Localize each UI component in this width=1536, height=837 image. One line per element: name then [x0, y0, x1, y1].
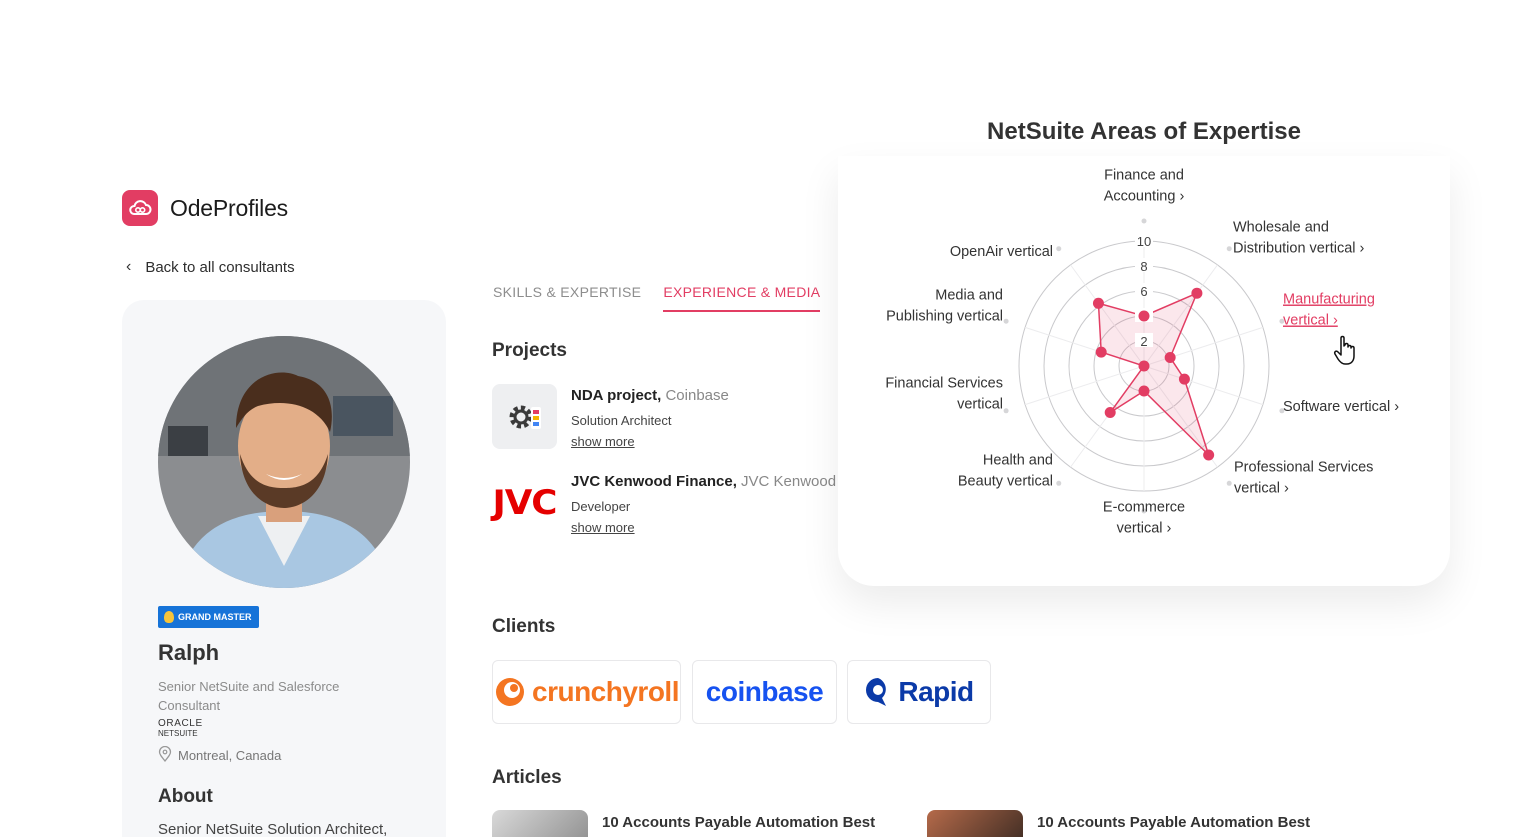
cloud-icon	[122, 190, 158, 226]
netsuite-logo-text: NETSUITE	[158, 729, 198, 738]
radar-axis-marker	[1056, 246, 1062, 252]
project-title: JVC Kenwood Finance, JVC Kenwood	[571, 473, 837, 490]
client-rapid[interactable]: Rapid	[847, 660, 991, 724]
profile-title: Senior NetSuite and Salesforce Consultan…	[158, 679, 340, 713]
radar-category-label[interactable]: Professional Services vertical ›	[1234, 460, 1373, 497]
client-name: Rapid	[898, 676, 974, 707]
expertise-chart-panel: 246810Finance andAccounting ›Wholesale a…	[838, 156, 1450, 586]
client-coinbase[interactable]: coinbase	[692, 660, 837, 724]
expertise-radar-chart: 246810Finance andAccounting ›Wholesale a…	[885, 168, 1399, 537]
article-title: 10 Accounts Payable Automation Best	[1037, 814, 1311, 831]
client-name: coinbase	[705, 676, 824, 707]
radar-data-point	[1095, 346, 1107, 358]
radar-axis-marker	[1226, 246, 1232, 252]
chevron-left-icon: ‹	[126, 258, 132, 275]
crunchyroll-logo-icon	[496, 678, 524, 706]
show-more-link[interactable]: show more	[571, 434, 635, 449]
radar-tick-label: 2	[1140, 334, 1147, 349]
article-card[interactable]: 10 Accounts Payable Automation Best	[492, 810, 875, 837]
gear-icon	[509, 405, 541, 429]
project-title: NDA project, Coinbase	[571, 387, 729, 404]
jvc-logo: JVC	[492, 482, 558, 523]
clients-heading: Clients	[492, 616, 556, 637]
tab-skills-expertise[interactable]: SKILLS & EXPERTISE	[493, 284, 641, 312]
radar-data-point	[1104, 407, 1116, 419]
profile-tabs: SKILLS & EXPERTISE EXPERIENCE & MEDIA	[493, 284, 821, 312]
profile-name: Ralph	[158, 640, 220, 665]
oracle-logo-text: ORACLE	[158, 718, 203, 729]
about-heading: About	[158, 786, 213, 807]
location: Montreal, Canada	[158, 745, 282, 765]
brand-logo[interactable]: OdeProfiles	[122, 190, 288, 226]
location-text: Montreal, Canada	[178, 748, 282, 763]
radar-axis-marker	[1003, 408, 1009, 414]
article-thumbnail	[927, 810, 1023, 837]
avatar	[158, 336, 410, 588]
radar-axis-marker	[1003, 318, 1009, 324]
badge-label: GRAND MASTER	[178, 612, 252, 622]
radar-axis-marker	[1226, 480, 1232, 486]
radar-data-point	[1191, 287, 1203, 299]
rapid-logo-icon	[866, 678, 887, 706]
radar-category-label[interactable]: Software vertical ›	[1283, 399, 1399, 415]
project-thumbnail	[492, 384, 557, 449]
radar-category-label[interactable]: Financial Services vertical	[885, 376, 1003, 413]
radar-data-point	[1203, 449, 1215, 461]
radar-data-point	[1164, 352, 1176, 364]
articles-heading: Articles	[492, 767, 562, 788]
medal-icon	[164, 611, 174, 623]
project-item: JVC JVC Kenwood Finance, JVC Kenwood Dev…	[492, 470, 837, 537]
article-title: 10 Accounts Payable Automation Best	[602, 814, 876, 831]
radar-tick-label: 8	[1140, 259, 1147, 274]
tab-experience-media[interactable]: EXPERIENCE & MEDIA	[663, 284, 821, 312]
projects-heading: Projects	[492, 340, 567, 361]
radar-data-point	[1092, 297, 1104, 309]
radar-category-label[interactable]: Manufacturing vertical ›	[1283, 292, 1375, 329]
grand-master-badge: GRAND MASTER	[158, 606, 259, 628]
radar-tick-label: 6	[1140, 284, 1147, 299]
brand-name: OdeProfiles	[170, 194, 288, 221]
article-card[interactable]: 10 Accounts Payable Automation Best	[927, 810, 1310, 837]
radar-category-label[interactable]: E-commerce vertical ›	[1103, 500, 1185, 537]
radar-axis-marker	[1056, 480, 1062, 486]
hand-cursor-icon	[1334, 335, 1355, 365]
back-to-consultants-link[interactable]: ‹ Back to all consultants	[126, 258, 295, 276]
oracle-netsuite-logo: ORACLE NETSUITE	[158, 719, 203, 739]
client-name: crunchyroll	[532, 676, 679, 707]
radar-category-label[interactable]: Health and Beauty vertical	[958, 453, 1053, 490]
chart-title: NetSuite Areas of Expertise	[987, 118, 1301, 145]
radar-axis-marker	[1141, 218, 1147, 224]
project-item: NDA project, Coinbase Solution Architect…	[492, 384, 729, 451]
project-role: Developer	[571, 499, 631, 514]
show-more-link[interactable]: show more	[571, 520, 635, 535]
radar-category-label[interactable]: Media and Publishing vertical	[886, 288, 1003, 325]
client-crunchyroll[interactable]: crunchyroll	[492, 660, 681, 724]
radar-data-point	[1138, 360, 1150, 372]
radar-category-label[interactable]: Finance and Accounting ›	[1104, 168, 1185, 205]
profile-card: GRAND MASTER Ralph Senior NetSuite and S…	[122, 300, 446, 837]
radar-data-point	[1178, 373, 1190, 385]
radar-tick-label: 10	[1137, 234, 1151, 249]
back-link-label: Back to all consultants	[145, 258, 295, 276]
map-pin-icon	[158, 745, 172, 765]
about-text: Senior NetSuite Solution Architect,	[158, 821, 388, 837]
article-thumbnail	[492, 810, 588, 837]
radar-series-area	[1097, 291, 1210, 456]
radar-category-label[interactable]: Wholesale and Distribution vertical ›	[1233, 220, 1365, 257]
radar-data-point	[1138, 310, 1150, 322]
radar-data-point	[1138, 385, 1150, 397]
project-role: Solution Architect	[571, 413, 672, 428]
project-thumbnail: JVC	[492, 470, 558, 535]
radar-category-label[interactable]: OpenAir vertical	[950, 244, 1053, 260]
